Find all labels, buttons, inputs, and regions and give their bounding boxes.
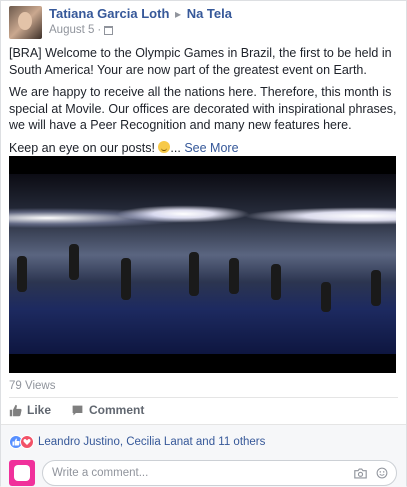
- post-card: Tatiana Garcia Loth ▸ Na Tela August 5 ·…: [0, 0, 407, 487]
- post-date[interactable]: August 5: [49, 22, 94, 38]
- comment-input[interactable]: Write a comment...: [42, 460, 397, 486]
- comment-composer: Write a comment...: [9, 460, 397, 486]
- runner-figure: [121, 258, 131, 300]
- post-header: Tatiana Garcia Loth ▸ Na Tela August 5 ·: [9, 5, 232, 39]
- post-paragraph-3: Keep an eye on our posts! ... See More: [9, 140, 401, 157]
- author-avatar[interactable]: [9, 5, 42, 39]
- runner-figure: [271, 264, 281, 300]
- post-paragraph-2: We are happy to receive all the nations …: [9, 85, 397, 132]
- views-count: 79 Views: [9, 380, 56, 392]
- camera-icon[interactable]: [354, 467, 367, 479]
- post-paragraph-1: [BRA] Welcome to the Olympic Games in Br…: [9, 46, 392, 77]
- runner-figure: [321, 282, 331, 312]
- runner-figure: [371, 270, 381, 306]
- runner-figure: [229, 258, 239, 294]
- video-player[interactable]: [9, 156, 396, 373]
- calendar-icon: [104, 25, 114, 35]
- smile-emoji-icon: [158, 140, 171, 153]
- reactions-row[interactable]: Leandro Justino, Cecilia Lanat and 11 ot…: [9, 435, 265, 449]
- post-date-row: August 5 ·: [49, 22, 232, 38]
- runner-figure: [69, 244, 79, 280]
- love-reaction-icon: [20, 435, 34, 449]
- triangle-right-icon: ▸: [175, 7, 182, 21]
- stadium-lights: [9, 202, 396, 242]
- divider: [9, 397, 398, 398]
- author-name-link[interactable]: Tatiana Garcia Loth: [49, 6, 169, 21]
- like-thumb-icon: [9, 404, 22, 416]
- post-last-line: Keep an eye on our posts!: [9, 140, 159, 155]
- ellipsis: ...: [170, 140, 181, 155]
- emoji-icon[interactable]: [376, 467, 388, 479]
- comment-bubble-icon: [72, 405, 83, 415]
- runner-figure: [17, 256, 27, 292]
- see-more-link[interactable]: See More: [184, 141, 238, 155]
- comment-label: Comment: [89, 403, 145, 417]
- post-title: Tatiana Garcia Loth ▸ Na Tela: [49, 6, 232, 22]
- video-frame: [9, 174, 396, 354]
- post-meta: Tatiana Garcia Loth ▸ Na Tela August 5 ·: [49, 6, 232, 38]
- comment-placeholder: Write a comment...: [52, 467, 149, 479]
- post-body: [BRA] Welcome to the Olympic Games in Br…: [9, 45, 401, 162]
- reactions-section: Leandro Justino, Cecilia Lanat and 11 ot…: [1, 424, 406, 487]
- group-name-link[interactable]: Na Tela: [187, 6, 232, 21]
- like-label: Like: [27, 403, 52, 417]
- reactions-summary[interactable]: Leandro Justino, Cecilia Lanat and 11 ot…: [38, 436, 265, 448]
- action-bar: Like Comment: [9, 403, 164, 417]
- runner-figure: [189, 252, 199, 296]
- separator-dot: ·: [97, 24, 102, 36]
- comment-input-icons: [354, 467, 388, 479]
- like-button[interactable]: Like: [9, 403, 51, 417]
- user-avatar: [9, 460, 35, 486]
- comment-button[interactable]: Comment: [71, 403, 144, 417]
